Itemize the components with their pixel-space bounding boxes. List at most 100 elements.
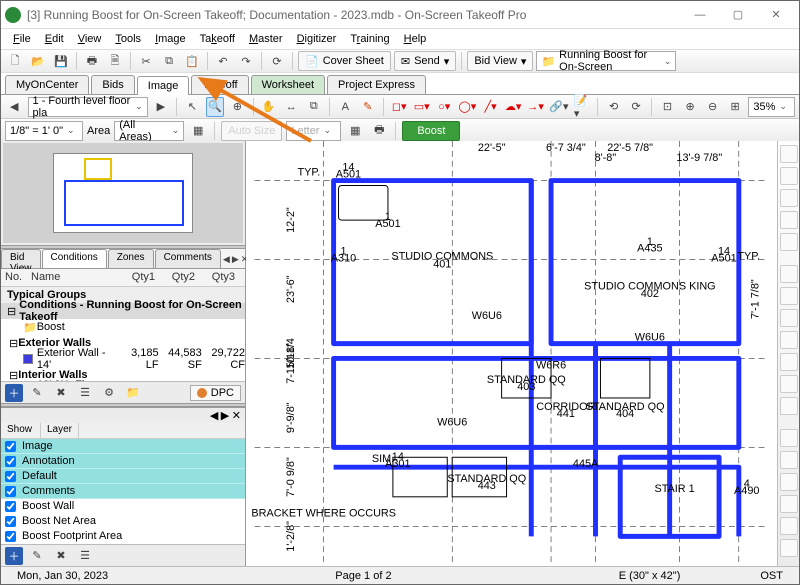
tab-project-express[interactable]: Project Express <box>327 75 426 94</box>
cloud-icon[interactable]: ☁▾ <box>504 97 523 117</box>
tab-bidview[interactable]: Bid View <box>1 249 41 268</box>
open-icon[interactable]: 📂 <box>28 51 48 71</box>
menu-image[interactable]: Image <box>149 31 192 47</box>
menu-training[interactable]: Training <box>344 31 395 47</box>
vtool-9[interactable] <box>780 331 798 349</box>
vtool-3[interactable] <box>780 189 798 207</box>
tab-zones[interactable]: Zones <box>108 249 154 268</box>
cond-ext-wall[interactable]: Exterior Wall - 14' 3,185 LF 44,583 SF 2… <box>1 351 245 367</box>
print2-icon[interactable]: 🖶 <box>369 121 389 141</box>
area-tool-icon[interactable]: ▦ <box>188 121 208 141</box>
layer-del-icon[interactable]: ✖ <box>51 546 71 566</box>
drawing-viewport[interactable]: TYP. TYP. STUDIO COMMONS 401 STUDIO COMM… <box>246 141 777 566</box>
paper-dropdown[interactable]: Letter⌄ <box>286 121 341 141</box>
redo-icon[interactable]: ↷ <box>236 51 256 71</box>
pointer-icon[interactable]: ↖ <box>183 97 202 117</box>
shape5-icon[interactable]: ╱▾ <box>481 97 500 117</box>
tab-comments[interactable]: Comments <box>155 249 221 268</box>
thumbnail-pane[interactable] <box>3 143 243 243</box>
dim-icon[interactable]: ↔ <box>282 97 301 117</box>
close-button[interactable]: ✕ <box>757 3 795 27</box>
tab-conditions[interactable]: Conditions <box>42 249 107 268</box>
tab-bids[interactable]: Bids <box>91 75 134 94</box>
layer-edit-icon[interactable]: ✎ <box>27 546 47 566</box>
zoom-window-icon[interactable]: 🔍 <box>206 97 225 117</box>
page-dropdown[interactable]: 1 - Fourth level floor pla⌄ <box>28 97 148 117</box>
copy-icon[interactable]: ⧉ <box>159 51 179 71</box>
layer-next-icon[interactable]: ▶ <box>221 410 229 422</box>
save-icon[interactable]: 💾 <box>51 51 71 71</box>
vtool-5[interactable] <box>780 233 798 251</box>
menu-help[interactable]: Help <box>398 31 433 47</box>
vtool-16[interactable] <box>780 495 798 513</box>
menu-tools[interactable]: Tools <box>109 31 147 47</box>
boost-button[interactable]: Boost <box>402 121 460 141</box>
text-icon[interactable]: A <box>336 97 355 117</box>
cover-sheet-button[interactable]: 📄 Cover Sheet <box>298 51 391 71</box>
zoom-extents-icon[interactable]: ⊞ <box>726 97 745 117</box>
hotlink-icon[interactable]: 🔗▾ <box>549 97 569 117</box>
scale-dropdown[interactable]: 1/8" = 1' 0"⌄ <box>5 121 83 141</box>
maximize-button[interactable]: ▢ <box>719 3 757 27</box>
tab-image[interactable]: Image <box>137 76 190 95</box>
area-dropdown[interactable]: (All Areas)⌄ <box>114 121 184 141</box>
bid-view-button[interactable]: Bid View ▾ <box>467 51 533 71</box>
refresh-icon[interactable]: ⟳ <box>267 51 287 71</box>
pan-icon[interactable]: ✋ <box>260 97 279 117</box>
add-layer-button[interactable]: ＋ <box>5 547 23 565</box>
vtool-11[interactable] <box>780 375 798 393</box>
conditions-list[interactable]: Typical Groups ⊟ Conditions - Running Bo… <box>1 287 245 381</box>
paste-icon[interactable]: 📋 <box>182 51 202 71</box>
vtool-1[interactable] <box>780 145 798 163</box>
highlighter-icon[interactable]: ✎ <box>359 97 378 117</box>
tab-myoncenter[interactable]: MyOnCenter <box>5 75 89 94</box>
vtool-7[interactable] <box>780 287 798 305</box>
layout-icon[interactable]: ▦ <box>345 121 365 141</box>
next-page-icon[interactable]: ▶ <box>152 97 171 117</box>
undo-icon[interactable]: ↶ <box>213 51 233 71</box>
new-icon[interactable]: 🗋 <box>5 51 25 71</box>
zoom-icon[interactable]: ⊕ <box>228 97 247 117</box>
props-icon[interactable]: ☰ <box>75 383 95 403</box>
fit-icon[interactable]: ⊡ <box>658 97 677 117</box>
menu-file[interactable]: File <box>7 31 37 47</box>
add-condition-button[interactable]: ＋ <box>5 384 23 402</box>
vtool-14[interactable] <box>780 451 798 469</box>
vtool-2[interactable] <box>780 167 798 185</box>
shape1-icon[interactable]: ◻▾ <box>390 97 409 117</box>
minimize-button[interactable]: — <box>681 3 719 27</box>
shape2-icon[interactable]: ▭▾ <box>412 97 431 117</box>
shape4-icon[interactable]: ◯▾ <box>457 97 477 117</box>
vtool-13[interactable] <box>780 429 798 447</box>
vtool-6[interactable] <box>780 265 798 283</box>
vtool-8[interactable] <box>780 309 798 327</box>
menu-edit[interactable]: Edit <box>39 31 70 47</box>
menu-view[interactable]: View <box>72 31 108 47</box>
edit-icon[interactable]: ✎ <box>27 383 47 403</box>
prev-page-icon[interactable]: ◀ <box>5 97 24 117</box>
vtool-17[interactable] <box>780 517 798 535</box>
panel-next-icon[interactable]: ▶ <box>231 249 240 269</box>
preview-icon[interactable]: 🗎 <box>105 51 125 71</box>
shape3-icon[interactable]: ○▾ <box>435 97 454 117</box>
vtool-15[interactable] <box>780 473 798 491</box>
panel-prev-icon[interactable]: ◀ <box>222 249 231 269</box>
cut-icon[interactable]: ✂ <box>136 51 156 71</box>
layer-prev-icon[interactable]: ◀ <box>210 410 218 422</box>
menu-takeoff[interactable]: Takeoff <box>194 31 241 47</box>
dpc-button[interactable]: DPC <box>190 385 241 401</box>
print-icon[interactable]: 🖶 <box>82 51 102 71</box>
vtool-10[interactable] <box>780 353 798 371</box>
vtool-12[interactable] <box>780 397 798 415</box>
autosize-button[interactable]: Auto Size <box>221 121 282 141</box>
layer-up-icon[interactable]: ☰ <box>75 546 95 566</box>
rotate-ccw-icon[interactable]: ⟲ <box>604 97 623 117</box>
layers-list[interactable]: Image Annotation Default Comments Boost … <box>1 439 245 544</box>
menu-digitizer[interactable]: Digitizer <box>291 31 343 47</box>
project-dropdown[interactable]: 📁 Running Boost for On-Screen ⌄ <box>536 51 676 71</box>
menu-master[interactable]: Master <box>243 31 289 47</box>
send-button[interactable]: ✉ Send ▾ <box>394 51 456 71</box>
note-icon[interactable]: 📝▾ <box>573 97 592 117</box>
tab-takeoff[interactable]: Takeoff <box>191 75 248 94</box>
overlay-icon[interactable]: ⧉ <box>305 97 324 117</box>
